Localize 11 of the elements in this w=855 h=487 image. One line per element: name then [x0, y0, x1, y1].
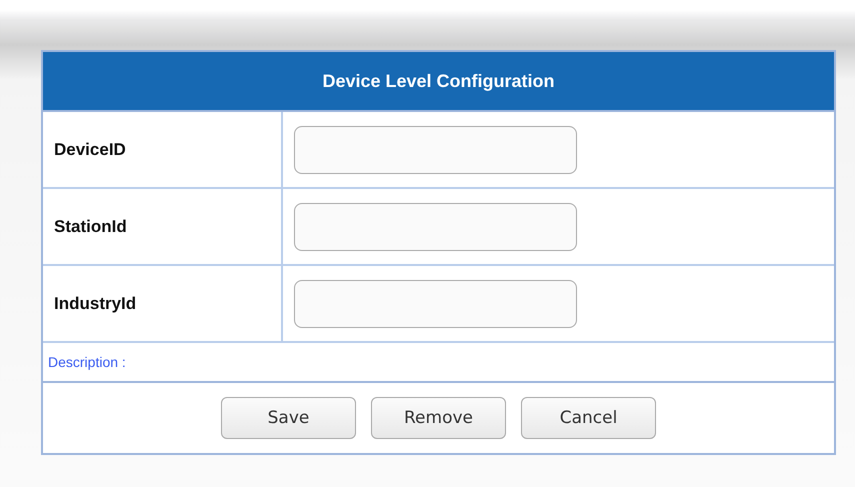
field-label: StationId — [54, 216, 127, 236]
dialog-button[interactable]: Remove — [371, 397, 506, 439]
field-label: IndustryId — [54, 294, 136, 314]
input-field[interactable] — [294, 126, 577, 174]
dialog-button[interactable]: Save — [221, 397, 356, 439]
dialog-title: Device Level Configuration — [43, 52, 834, 112]
dialog-button[interactable]: Cancel — [521, 397, 656, 439]
description-label: Description : — [48, 354, 126, 370]
input-field[interactable] — [294, 280, 577, 328]
field-label: DeviceID — [54, 140, 126, 160]
input-field[interactable] — [294, 202, 577, 250]
